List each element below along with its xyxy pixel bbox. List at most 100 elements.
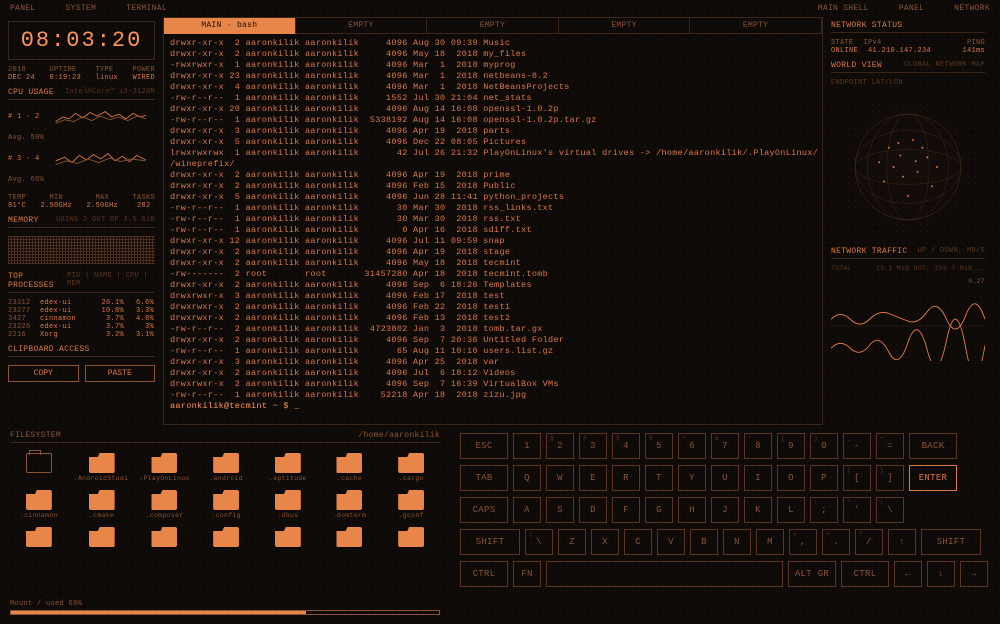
folder-item[interactable]: .domterm — [321, 488, 379, 521]
folder-item[interactable]: .cache — [321, 451, 379, 484]
folder-item[interactable]: .aptitude — [259, 451, 317, 484]
folder-icon — [213, 490, 239, 510]
key[interactable]: %5 — [645, 433, 673, 459]
key[interactable]: ↓ — [927, 561, 955, 587]
key[interactable]: A — [513, 497, 541, 523]
key[interactable]: += — [876, 433, 904, 459]
key[interactable]: ↑ — [888, 529, 916, 555]
key[interactable]: E — [579, 465, 607, 491]
key[interactable]: ^6 — [678, 433, 706, 459]
prompt[interactable]: aaronkilik@tecmint ~ $ _ — [170, 401, 300, 411]
key[interactable]: @2 — [546, 433, 574, 459]
folder-item[interactable] — [382, 525, 440, 551]
key[interactable]: T — [645, 465, 673, 491]
key[interactable]: W — [546, 465, 574, 491]
key[interactable]: &7 — [711, 433, 739, 459]
key[interactable]: N — [723, 529, 751, 555]
key[interactable]: }] — [876, 465, 904, 491]
key[interactable]: S — [546, 497, 574, 523]
key[interactable]: {[ — [843, 465, 871, 491]
folder-item[interactable] — [197, 525, 255, 551]
terminal-tab[interactable]: MAIN · bash — [164, 18, 296, 34]
key[interactable]: CTRL — [841, 561, 889, 587]
folder-item[interactable]: .cmake — [72, 488, 132, 521]
key[interactable]: FN — [513, 561, 541, 587]
key[interactable]: |\ — [876, 497, 904, 523]
folder-label: .domterm — [333, 512, 367, 519]
key[interactable]: SHIFT — [921, 529, 981, 555]
terminal-tab[interactable]: EMPTY — [690, 18, 822, 34]
key[interactable]: J — [711, 497, 739, 523]
key[interactable]: ?/ — [855, 529, 883, 555]
folder-item[interactable]: .composer — [136, 488, 194, 521]
key[interactable]: F — [612, 497, 640, 523]
key[interactable]: |\ — [525, 529, 553, 555]
key[interactable]: TAB — [460, 465, 508, 491]
folder-item[interactable] — [259, 525, 317, 551]
key[interactable]: ← — [894, 561, 922, 587]
folder-item[interactable] — [10, 525, 68, 551]
terminal-tab[interactable]: EMPTY — [559, 18, 691, 34]
key[interactable]: Y — [678, 465, 706, 491]
folder-item[interactable]: .dbus — [259, 488, 317, 521]
folder-item[interactable]: .cinnamon — [10, 488, 68, 521]
key[interactable]: C — [624, 529, 652, 555]
terminal-tab[interactable]: EMPTY — [296, 18, 428, 34]
key[interactable]: U — [711, 465, 739, 491]
key[interactable]: _- — [843, 433, 871, 459]
key[interactable]: Q — [513, 465, 541, 491]
folder-item[interactable]: .config — [197, 488, 255, 521]
key[interactable]: )0 — [810, 433, 838, 459]
folder-item[interactable] — [136, 525, 194, 551]
key[interactable]: Z — [558, 529, 586, 555]
key[interactable]: O — [777, 465, 805, 491]
key[interactable]: H — [678, 497, 706, 523]
key[interactable]: I — [744, 465, 772, 491]
key[interactable]: M — [756, 529, 784, 555]
folder-item[interactable]: .cargo — [382, 451, 440, 484]
key[interactable]: $4 — [612, 433, 640, 459]
key[interactable]: ENTER — [909, 465, 957, 491]
key[interactable]: "' — [843, 497, 871, 523]
folder-item[interactable]: .gconf — [382, 488, 440, 521]
key[interactable]: B — [690, 529, 718, 555]
key[interactable]: ALT GR — [788, 561, 836, 587]
folder-label: .gconf — [399, 512, 424, 519]
key[interactable]: R — [612, 465, 640, 491]
key[interactable]: SHIFT — [460, 529, 520, 555]
key[interactable]: *8 — [744, 433, 772, 459]
key[interactable]: BACK — [909, 433, 957, 459]
terminal-tabs: MAIN · bashEMPTYEMPTYEMPTYEMPTY — [164, 18, 822, 34]
key[interactable]: V — [657, 529, 685, 555]
key[interactable]: <, — [789, 529, 817, 555]
key[interactable]: D — [579, 497, 607, 523]
key[interactable]: CTRL — [460, 561, 508, 587]
folder-item[interactable] — [72, 525, 132, 551]
key[interactable] — [546, 561, 783, 587]
folder-item[interactable]: .android — [197, 451, 255, 484]
key[interactable]: G — [645, 497, 673, 523]
key[interactable]: (9 — [777, 433, 805, 459]
key[interactable]: CAPS — [460, 497, 508, 523]
terminal-panel: MAIN · bashEMPTYEMPTYEMPTYEMPTY drwxr-xr… — [163, 17, 823, 425]
cpu-graph-2 — [46, 150, 155, 168]
paste-button[interactable]: PASTE — [85, 365, 156, 382]
key[interactable]: X — [591, 529, 619, 555]
copy-button[interactable]: COPY — [8, 365, 79, 382]
key[interactable]: K — [744, 497, 772, 523]
key[interactable]: → — [960, 561, 988, 587]
folder-item[interactable] — [321, 525, 379, 551]
folder-item[interactable]: .AndroidStudi... — [72, 451, 132, 484]
key[interactable]: P — [810, 465, 838, 491]
top-bar: PANEL SYSTEM TERMINAL MAIN SHELL PANEL N… — [0, 0, 1000, 17]
folder-item[interactable] — [10, 451, 68, 484]
key[interactable]: L — [777, 497, 805, 523]
key[interactable]: :; — [810, 497, 838, 523]
key[interactable]: `1 — [513, 433, 541, 459]
key[interactable]: ESC — [460, 433, 508, 459]
key[interactable]: #3 — [579, 433, 607, 459]
key[interactable]: >. — [822, 529, 850, 555]
terminal-tab[interactable]: EMPTY — [427, 18, 559, 34]
terminal-output[interactable]: drwxr-xr-x 2 aaronkilik aaronkilik 4096 … — [164, 34, 822, 424]
folder-item[interactable]: .PlayOnLinux — [136, 451, 194, 484]
